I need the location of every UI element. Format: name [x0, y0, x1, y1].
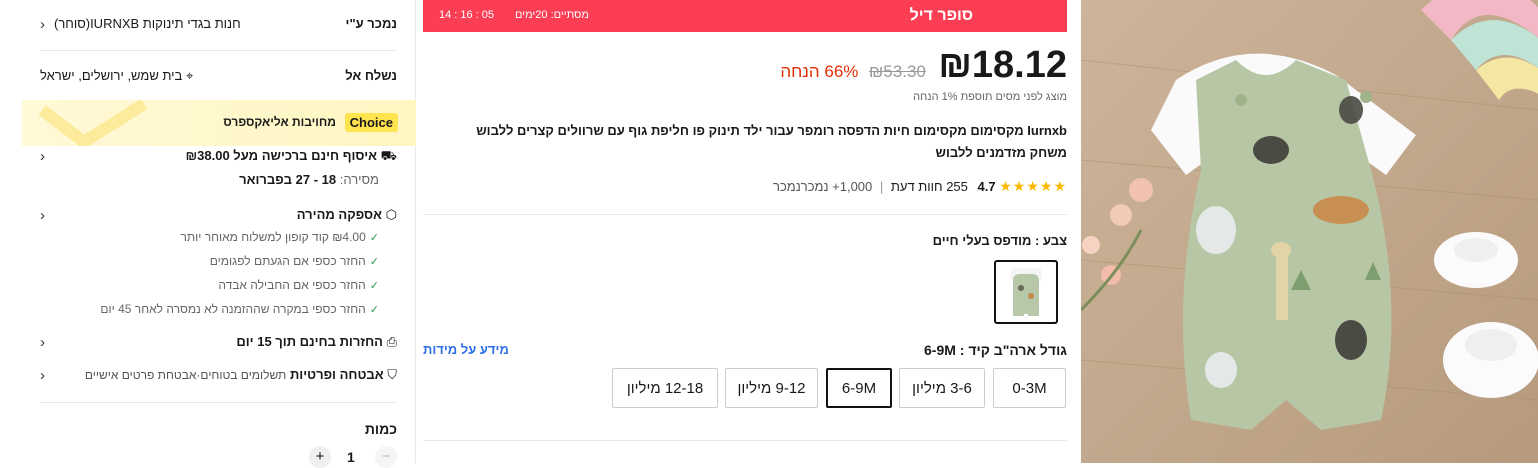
product-info: סופר דיל מסתיים: 20ימים 14 : 16 : 05 ₪18…	[423, 0, 1067, 463]
check-icon: ✓	[369, 304, 379, 316]
chevron-left-icon: ‹	[40, 148, 45, 165]
fast-delivery-text: אספקה מהירה	[296, 207, 383, 222]
benefit-item: ✓החזר כספי אם הגעתם לפגומים	[40, 254, 379, 274]
size-label: גודל ארה"ב קיד : 6-9M	[924, 342, 1067, 358]
baby-romper-photo	[1081, 0, 1538, 463]
star-rating-icon: ★★★★★	[999, 178, 1067, 194]
size-option-6-9m-selected[interactable]: 6-9M	[826, 368, 892, 408]
ship-to-label: נשלח אל	[345, 68, 397, 83]
size-option-0-3m[interactable]: 0-3M	[993, 368, 1066, 408]
shield-icon: ⛉	[387, 367, 397, 382]
sold-count: 1,000+ נמכרנמכר	[773, 179, 873, 194]
current-price: ₪18.12	[938, 44, 1067, 86]
size-option-3-6m[interactable]: 3-6 מיליון	[899, 368, 985, 408]
seller-label: נמכר ע"י	[345, 16, 397, 31]
deal-ends-label: מסתיים: 20ימים	[515, 9, 589, 21]
benefit-text: החזר כספי אם הגעתם לפגומים	[209, 254, 366, 268]
product-image[interactable]	[1081, 0, 1538, 463]
free-pickup-row[interactable]: ⛟ איסוף חינם ברכישה מעל ₪38.00 ‹	[40, 148, 397, 168]
size-option-9-12m[interactable]: 9-12 מיליון	[725, 368, 818, 408]
delivery-label: מסירה:	[339, 172, 379, 187]
security-title: אבטחה ופרטיות	[289, 367, 384, 382]
location-pin-icon: ⌖	[185, 68, 194, 83]
security-row[interactable]: ⛉ אבטחה ופרטיות תשלומים בטוחים·אבטחת פרט…	[40, 367, 397, 387]
return-box-icon: ⎙	[386, 334, 397, 349]
size-option-12-18m[interactable]: 12-18 מיליון	[612, 368, 718, 408]
rating-value: 4.7	[977, 179, 996, 194]
super-deal-title: סופר דיל	[909, 7, 973, 24]
box-icon: ⬡	[385, 207, 397, 222]
countdown-timer: 14 : 16 : 05	[439, 9, 495, 21]
separator: |	[879, 179, 884, 194]
returns-text: החזרות בחינם תוך 15 יום	[236, 334, 383, 349]
benefit-item: ✓₪4.00 קוד קופון למשלוח מאוחר יותר	[40, 230, 379, 250]
super-deal-banner: סופר דיל מסתיים: 20ימים 14 : 16 : 05	[423, 0, 1067, 32]
choice-badge: Choice	[344, 113, 398, 132]
tax-note: מוצג לפני מסים תוספת 1% הנחה	[913, 91, 1067, 103]
ship-to-row[interactable]: נשלח אל ⌖ בית שמש, ירושלים, ישראל	[40, 68, 397, 88]
choice-text: מחויבות אליאקספרס	[223, 115, 336, 129]
divider	[40, 402, 397, 403]
product-title: Iurnxb מקסימום מקסימום חיות הדפסה רומפר …	[476, 123, 1067, 160]
benefit-item: ✓החזר כספי אם החבילה אבדה	[40, 278, 379, 298]
choice-banner: Choice מחויבות אליאקספרס	[22, 100, 416, 146]
check-icon: ✓	[369, 256, 379, 268]
discount-percent: 66% הנחה	[780, 62, 859, 81]
delivery-dates: 18 - 27 בפברואר	[239, 172, 337, 187]
truck-icon: ⛟	[380, 148, 397, 163]
benefit-item: ✓החזר כספי במקרה שההזמנה לא נמסרה לאחר 4…	[40, 302, 379, 322]
free-pickup-text: איסוף חינם ברכישה מעל ₪38.00	[185, 148, 378, 163]
romper-thumbnail-icon	[1010, 268, 1042, 316]
seller-name[interactable]: חנות בגדי תינוקות IURNXB(סוחר)	[54, 16, 241, 31]
price-row: ₪18.12 ₪53.30 66% הנחה	[780, 44, 1067, 87]
divider	[423, 214, 1067, 215]
chevron-left-icon: ‹	[40, 334, 45, 351]
chevron-left-icon: ‹	[40, 16, 45, 33]
review-count[interactable]: 255 חוות דעת	[891, 179, 968, 194]
color-option-animal-print[interactable]	[994, 260, 1058, 324]
check-watermark-icon	[38, 100, 148, 146]
check-icon: ✓	[369, 232, 379, 244]
seller-row[interactable]: נמכר ע"י חנות בגדי תינוקות IURNXB(סוחר) …	[40, 16, 397, 36]
size-info-link[interactable]: מידע על מידות	[423, 342, 509, 357]
benefit-text: החזר כספי אם החבילה אבדה	[218, 278, 366, 292]
rating-row[interactable]: ★★★★★ 4.7 255 חוות דעת | 1,000+ נמכרנמכר	[773, 178, 1067, 195]
delivery-dates-row: מסירה: 18 - 27 בפברואר	[40, 172, 397, 192]
ship-to-value: בית שמש, ירושלים, ישראל	[40, 68, 183, 83]
original-price: ₪53.30	[868, 62, 926, 81]
chevron-left-icon: ‹	[40, 367, 45, 384]
chevron-left-icon: ‹	[40, 207, 45, 224]
divider	[40, 50, 397, 51]
quantity-label: כמות	[364, 421, 397, 437]
divider	[423, 440, 1067, 441]
benefit-text: ₪4.00 קוד קופון למשלוח מאוחר יותר	[180, 230, 366, 244]
benefit-text: החזר כספי במקרה שההזמנה לא נמסרה לאחר 45…	[100, 302, 366, 316]
color-label: צבע : מודפס בעלי חיים	[932, 233, 1067, 248]
returns-row[interactable]: ⎙ החזרות בחינם תוך 15 יום ‹	[40, 334, 397, 354]
decrease-quantity-button[interactable]: −	[375, 446, 397, 468]
check-icon: ✓	[369, 280, 379, 292]
delivery-panel: נמכר ע"י חנות בגדי תינוקות IURNXB(סוחר) …	[22, 0, 416, 468]
increase-quantity-button[interactable]: +	[309, 446, 331, 468]
fast-delivery-row[interactable]: ⬡ אספקה מהירה ‹	[40, 207, 397, 227]
security-text: תשלומים בטוחים·אבטחת פרטים אישיים	[84, 368, 287, 382]
